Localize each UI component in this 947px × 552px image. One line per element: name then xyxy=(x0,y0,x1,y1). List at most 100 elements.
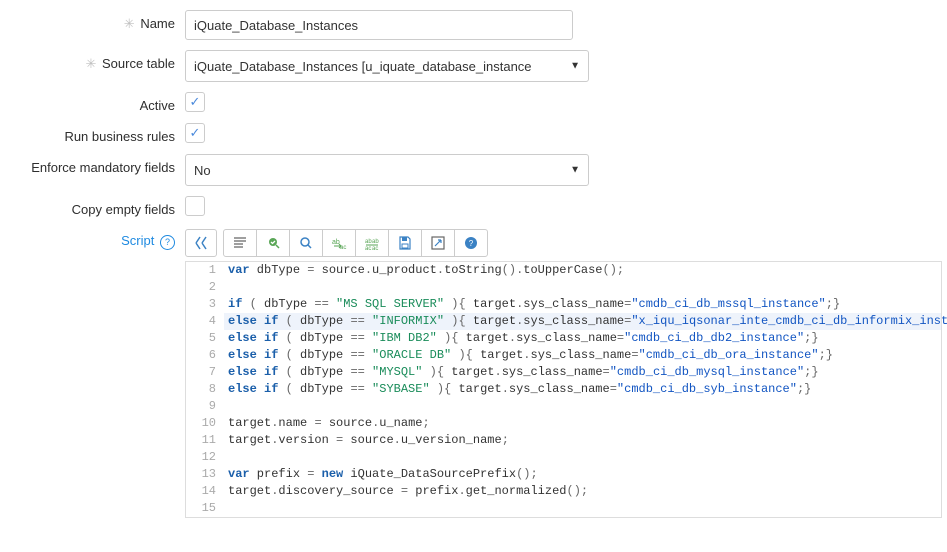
code-line[interactable]: 2 xyxy=(186,279,941,296)
row-name: ✳ Name xyxy=(0,10,947,40)
code-content: var dbType = source.u_product.toString()… xyxy=(224,262,941,279)
row-active: Active xyxy=(0,92,947,113)
toolbar-group: abac ababacac ? xyxy=(223,229,488,257)
line-number: 8 xyxy=(186,381,224,398)
label-script-text: Script xyxy=(121,233,154,248)
code-line[interactable]: 11target.version = source.u_version_name… xyxy=(186,432,941,449)
label-name-text: Name xyxy=(140,16,175,31)
save-button[interactable] xyxy=(388,229,422,257)
fullscreen-button[interactable] xyxy=(421,229,455,257)
row-source-table: ✳ Source table iQuate_Database_Instances… xyxy=(0,50,947,82)
svg-text:ac: ac xyxy=(365,246,371,251)
code-content xyxy=(224,279,941,296)
check-syntax-button[interactable] xyxy=(256,229,290,257)
code-content: target.version = source.u_version_name; xyxy=(224,432,941,449)
caret-down-icon: ▼ xyxy=(570,61,580,72)
code-line[interactable]: 8else if ( dbType == "SYBASE" ){ target.… xyxy=(186,381,941,398)
line-number: 1 xyxy=(186,262,224,279)
label-enforce: Enforce mandatory fields xyxy=(0,154,185,175)
toggle-syntax-icon xyxy=(193,235,209,251)
name-input[interactable] xyxy=(185,10,573,40)
code-line[interactable]: 5else if ( dbType == "IBM DB2" ){ target… xyxy=(186,330,941,347)
search-icon xyxy=(298,235,314,251)
code-line[interactable]: 14target.discovery_source = prefix.get_n… xyxy=(186,483,941,500)
code-line[interactable]: 10target.name = source.u_name; xyxy=(186,415,941,432)
code-content: else if ( dbType == "MYSQL" ){ target.sy… xyxy=(224,364,941,381)
line-number: 7 xyxy=(186,364,224,381)
code-content: else if ( dbType == "IBM DB2" ){ target.… xyxy=(224,330,941,347)
toggle-syntax-button[interactable] xyxy=(185,229,217,257)
line-number: 11 xyxy=(186,432,224,449)
code-line[interactable]: 3if ( dbType == "MS SQL SERVER" ){ targe… xyxy=(186,296,941,313)
code-line[interactable]: 15 xyxy=(186,500,941,517)
script-editor[interactable]: 1var dbType = source.u_product.toString(… xyxy=(185,261,942,518)
row-script: Script ? a xyxy=(0,229,947,518)
line-number: 3 xyxy=(186,296,224,313)
line-number: 4 xyxy=(186,313,224,330)
code-content: target.name = source.u_name; xyxy=(224,415,941,432)
line-number: 14 xyxy=(186,483,224,500)
run-rules-checkbox[interactable] xyxy=(185,123,205,143)
required-star-icon: ✳ xyxy=(85,57,96,72)
line-number: 2 xyxy=(186,279,224,296)
fullscreen-icon xyxy=(430,235,446,251)
line-number: 15 xyxy=(186,500,224,517)
source-table-select[interactable]: iQuate_Database_Instances [u_iquate_data… xyxy=(185,50,589,82)
code-content: if ( dbType == "MS SQL SERVER" ){ target… xyxy=(224,296,941,313)
label-run-rules: Run business rules xyxy=(0,123,185,144)
active-checkbox[interactable] xyxy=(185,92,205,112)
code-content: else if ( dbType == "SYBASE" ){ target.s… xyxy=(224,381,941,398)
replace-next-button[interactable]: abac xyxy=(322,229,356,257)
caret-down-icon: ▼ xyxy=(570,165,580,176)
code-content xyxy=(224,500,941,517)
replace-all-icon: ababacac xyxy=(364,235,380,251)
code-line[interactable]: 6else if ( dbType == "ORACLE DB" ){ targ… xyxy=(186,347,941,364)
line-number: 10 xyxy=(186,415,224,432)
code-content: target.discovery_source = prefix.get_nor… xyxy=(224,483,941,500)
code-content xyxy=(224,449,941,466)
label-source-table-text: Source table xyxy=(102,56,175,71)
code-content: var prefix = new iQuate_DataSourcePrefix… xyxy=(224,466,941,483)
code-content xyxy=(224,398,941,415)
label-source-table: ✳ Source table xyxy=(0,50,185,72)
label-script: Script ? xyxy=(0,229,185,250)
help-icon[interactable]: ? xyxy=(160,235,175,250)
source-table-value: iQuate_Database_Instances [u_iquate_data… xyxy=(194,59,532,74)
code-line[interactable]: 9 xyxy=(186,398,941,415)
replace-all-button[interactable]: ababacac xyxy=(355,229,389,257)
help-circle-icon: ? xyxy=(463,235,479,251)
code-line[interactable]: 13var prefix = new iQuate_DataSourcePref… xyxy=(186,466,941,483)
transform-map-form: ✳ Name ✳ Source table iQuate_Database_In… xyxy=(0,0,947,538)
replace-next-icon: abac xyxy=(331,235,347,251)
code-line[interactable]: 7else if ( dbType == "MYSQL" ){ target.s… xyxy=(186,364,941,381)
code-line[interactable]: 4else if ( dbType == "INFORMIX" ){ targe… xyxy=(186,313,941,330)
line-number: 6 xyxy=(186,347,224,364)
label-copy-empty: Copy empty fields xyxy=(0,196,185,217)
label-active: Active xyxy=(0,92,185,113)
code-content: else if ( dbType == "ORACLE DB" ){ targe… xyxy=(224,347,941,364)
svg-text:ab: ab xyxy=(332,239,340,246)
line-number: 9 xyxy=(186,398,224,415)
copy-empty-checkbox[interactable] xyxy=(185,196,205,216)
row-enforce: Enforce mandatory fields No ▼ xyxy=(0,154,947,186)
enforce-select[interactable]: No ▼ xyxy=(185,154,589,186)
row-run-rules: Run business rules xyxy=(0,123,947,144)
label-name: ✳ Name xyxy=(0,10,185,32)
save-icon xyxy=(397,235,413,251)
code-line[interactable]: 1var dbType = source.u_product.toString(… xyxy=(186,262,941,279)
format-button[interactable] xyxy=(223,229,257,257)
row-copy-empty: Copy empty fields xyxy=(0,196,947,219)
line-number: 13 xyxy=(186,466,224,483)
line-number: 5 xyxy=(186,330,224,347)
svg-text:ab: ab xyxy=(372,239,379,245)
svg-text:ac: ac xyxy=(340,245,346,251)
code-line[interactable]: 12 xyxy=(186,449,941,466)
format-icon xyxy=(232,235,248,251)
required-star-icon: ✳ xyxy=(124,17,135,32)
script-toolbar: abac ababacac ? xyxy=(185,229,947,257)
help-button[interactable]: ? xyxy=(454,229,488,257)
enforce-value: No xyxy=(194,163,211,178)
search-button[interactable] xyxy=(289,229,323,257)
code-content: else if ( dbType == "INFORMIX" ){ target… xyxy=(224,313,947,330)
svg-text:ac: ac xyxy=(372,246,378,251)
